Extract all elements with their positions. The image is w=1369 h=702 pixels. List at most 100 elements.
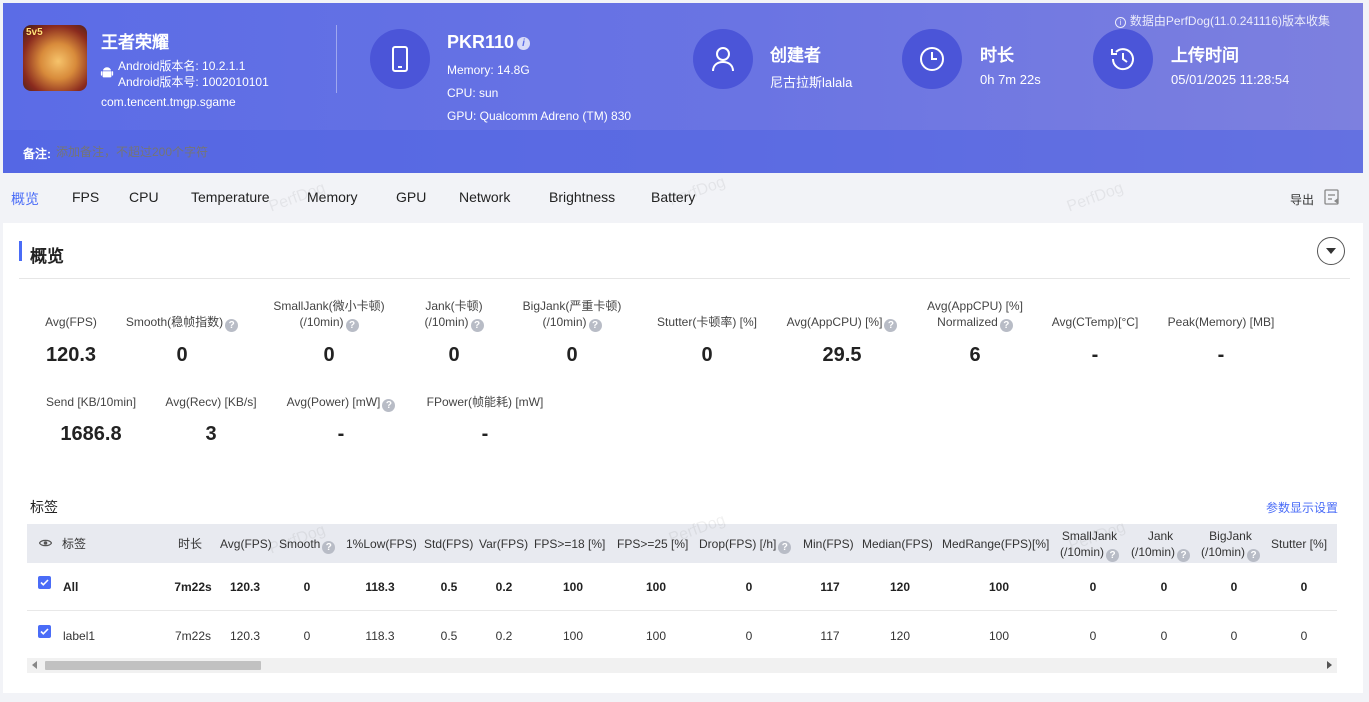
metric-avg-app-cpu: Avg(AppCPU) [%]? 29.5 (779, 314, 905, 366)
export-button[interactable]: 导出 (1290, 191, 1314, 208)
help-icon[interactable]: ? (1247, 549, 1261, 562)
col-header-drop: Drop(FPS) [/h]? (699, 536, 792, 554)
table-cell: 0 (1089, 629, 1097, 643)
scroll-left-arrow[interactable] (32, 661, 37, 669)
col-header-median: Median(FPS) (862, 537, 933, 551)
tab-battery[interactable]: Battery (651, 189, 695, 205)
clock-icon (902, 29, 962, 89)
table-cell: 0 (1230, 629, 1238, 643)
help-icon[interactable]: ? (322, 541, 336, 554)
export-icon[interactable] (1322, 187, 1342, 207)
col-header-jank-unit: (/10min) (1131, 545, 1176, 559)
metric-avg-ctemp: Avg(CTemp)[°C] - (1045, 314, 1145, 366)
help-icon[interactable]: ? (225, 319, 239, 332)
help-icon[interactable]: ? (1106, 549, 1120, 562)
device-info-icon[interactable]: i (517, 37, 530, 50)
watermark: PerfDog (1064, 179, 1126, 216)
metric-label-unit: Normalized (937, 315, 998, 329)
tab-gpu[interactable]: GPU (396, 189, 426, 205)
metric-label: Peak(Memory) [MB] (1167, 315, 1275, 329)
row-checkbox[interactable] (38, 625, 51, 638)
metric-label: Avg(AppCPU) [%] (786, 315, 883, 329)
help-icon[interactable]: ? (1177, 549, 1191, 562)
help-icon[interactable]: ? (382, 399, 396, 412)
note-label: 备注: (23, 147, 51, 161)
help-icon[interactable]: ? (588, 319, 602, 332)
note-input[interactable] (56, 145, 456, 159)
metric-value: 29.5 (822, 344, 862, 366)
labels-title: 标签 (30, 499, 58, 515)
tab-cpu[interactable]: CPU (129, 189, 159, 205)
scrollbar-thumb[interactable] (45, 661, 261, 670)
col-header-avg-fps: Avg(FPS) (220, 537, 272, 551)
eye-icon[interactable] (39, 538, 52, 548)
phone-icon (370, 29, 430, 89)
table-cell: 0.2 (495, 629, 513, 643)
collapse-button[interactable] (1317, 237, 1345, 265)
horizontal-scrollbar[interactable] (27, 658, 1337, 673)
col-header-medrange: MedRange(FPS)[%] (942, 537, 1050, 551)
upload-value: 05/01/2025 11:28:54 (1171, 72, 1290, 87)
table-cell: 120 (889, 580, 911, 594)
metric-big-jank: BigJank(严重卡顿) (/10min)? 0 (507, 298, 637, 366)
metric-value: 0 (176, 344, 188, 366)
tab-temperature[interactable]: Temperature (191, 189, 270, 205)
metric-value: 6 (969, 344, 981, 366)
scroll-right-arrow[interactable] (1327, 661, 1332, 669)
metric-avg-recv: Avg(Recv) [KB/s] 3 (160, 394, 262, 445)
col-header-fps18: FPS>=18 [%] (534, 537, 606, 551)
source-note-text: 数据由PerfDog(11.0.241116)版本收集 (1129, 14, 1330, 28)
overview-panel: 概览 Avg(FPS) 120.3 Smooth(稳帧指数)? 0 SmallJ… (3, 223, 1363, 693)
table-cell: 100 (988, 580, 1010, 594)
metric-value: 3 (205, 423, 217, 445)
section-accent-bar (19, 241, 22, 261)
table-cell: 100 (988, 629, 1010, 643)
tab-fps[interactable]: FPS (72, 189, 99, 205)
metric-label: Jank(卡顿) (425, 299, 483, 313)
metric-avg-fps: Avg(FPS) 120.3 (33, 314, 109, 366)
source-note: i 数据由PerfDog(11.0.241116)版本收集 (1114, 12, 1330, 29)
table-cell: 120 (889, 629, 911, 643)
table-cell: 0 (745, 580, 753, 594)
duration-value: 0h 7m 22s (980, 72, 1041, 87)
table-cell: 0 (303, 629, 311, 643)
help-icon[interactable]: ? (999, 319, 1013, 332)
metric-label: Avg(FPS) (45, 315, 97, 329)
help-icon[interactable]: ? (470, 319, 484, 332)
table-cell: 0 (1300, 629, 1308, 643)
col-header-var: Var(FPS) (479, 537, 529, 551)
col-header-label: 标签 (62, 537, 87, 551)
table-cell: 0 (303, 580, 311, 594)
table-cell: 118.3 (365, 629, 395, 643)
history-icon (1093, 29, 1153, 89)
android-version-name: Android版本名: 10.2.1.1 (118, 59, 246, 73)
metric-send: Send [KB/10min] 1686.8 (36, 394, 146, 445)
help-icon[interactable]: ? (778, 541, 792, 554)
help-icon[interactable]: ? (884, 319, 898, 332)
tab-brightness[interactable]: Brightness (549, 189, 615, 205)
help-icon[interactable]: ? (345, 319, 359, 332)
tab-network[interactable]: Network (459, 189, 510, 205)
param-settings-link[interactable]: 参数显示设置 (1266, 499, 1338, 516)
col-header-duration: 时长 (178, 537, 203, 551)
android-icon (100, 67, 114, 78)
row-label: label1 (63, 629, 96, 643)
tab-memory[interactable]: Memory (307, 189, 358, 205)
table-cell: 100 (562, 580, 584, 594)
android-version-code: Android版本号: 1002010101 (118, 75, 269, 89)
metric-label: Avg(AppCPU) [%] (927, 299, 1023, 313)
metric-label: Stutter(卡顿率) [%] (656, 315, 757, 329)
col-header-small-jank-unit: (/10min) (1060, 545, 1105, 559)
app-name: 王者荣耀 (101, 33, 169, 52)
report-header: 5v5 王者荣耀 Android版本名: 10.2.1.1 Android版本号… (3, 3, 1363, 173)
table-cell: 100 (645, 629, 667, 643)
row-checkbox[interactable] (38, 576, 51, 589)
metric-value: 0 (448, 344, 460, 366)
tab-overview[interactable]: 概览 (11, 189, 39, 209)
col-header-small-jank: SmallJank (/10min)? (1060, 528, 1120, 562)
note-bar: 备注: (3, 130, 1363, 173)
col-header-big-jank: BigJank (/10min)? (1201, 528, 1261, 562)
tab-bar: 概览 FPS CPU Temperature Memory GPU Networ… (0, 174, 1369, 220)
device-name: PKR110 (447, 32, 515, 52)
metric-peak-memory: Peak(Memory) [MB] - (1161, 314, 1281, 366)
